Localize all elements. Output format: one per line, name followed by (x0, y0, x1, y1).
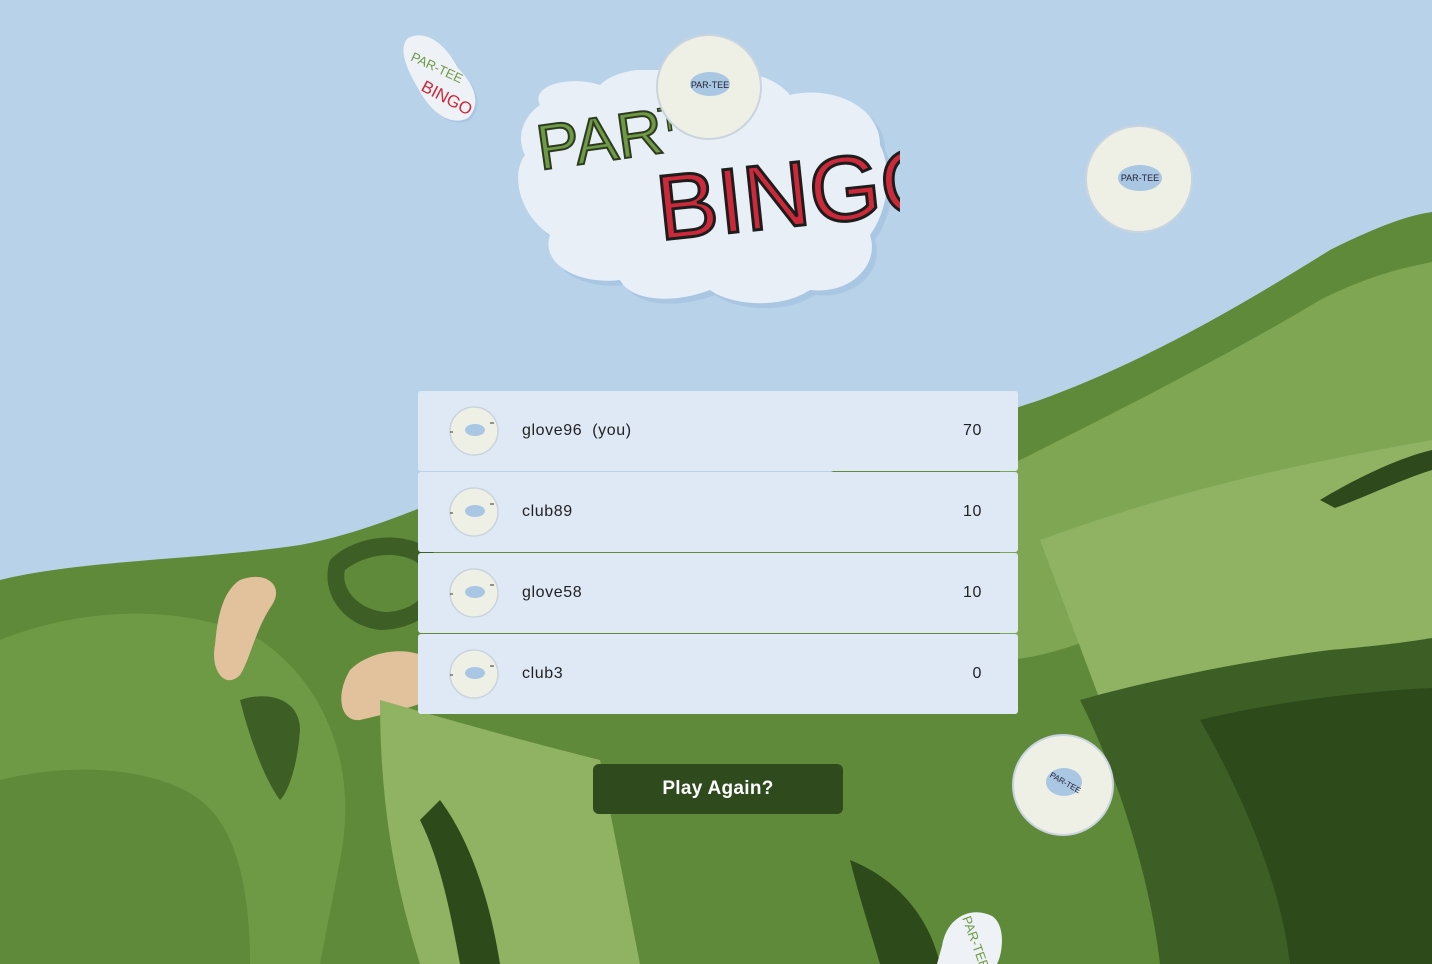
golf-ball-icon: PAR-TEE (1085, 125, 1193, 233)
golf-ball-icon (449, 568, 499, 618)
player-row: glove96 (you) 70 (418, 391, 1018, 471)
golf-ball-icon: PAR-TEE (656, 34, 762, 140)
player-score: 70 (963, 422, 982, 439)
player-score: 10 (963, 503, 982, 520)
player-name: club89 (522, 503, 573, 520)
player-name: glove96 (you) (522, 422, 632, 439)
play-again-button[interactable]: Play Again? (593, 764, 843, 814)
ball-label: PAR-TEE (1121, 173, 1159, 183)
leaderboard: glove96 (you) 70 club89 10 glove58 10 clu… (418, 391, 1018, 715)
golf-ball-icon (449, 487, 499, 537)
you-label: (you) (592, 422, 632, 439)
ball-label: PAR-TEE (691, 80, 729, 90)
player-row: glove58 10 (418, 553, 1018, 633)
player-score: 0 (972, 665, 982, 682)
golf-ball-icon: PAR-TEE (1012, 734, 1114, 836)
bingo-sticker-icon: PAR-TEE BINGO (403, 35, 478, 123)
player-score: 10 (963, 584, 982, 601)
golf-ball-icon (449, 649, 499, 699)
bingo-sticker-icon: PAR-TEE (937, 912, 1002, 964)
player-name: club3 (522, 665, 564, 682)
golf-ball-icon (449, 406, 499, 456)
player-row: club3 0 (418, 634, 1018, 714)
player-name: glove58 (522, 584, 583, 601)
player-row: club89 10 (418, 472, 1018, 552)
